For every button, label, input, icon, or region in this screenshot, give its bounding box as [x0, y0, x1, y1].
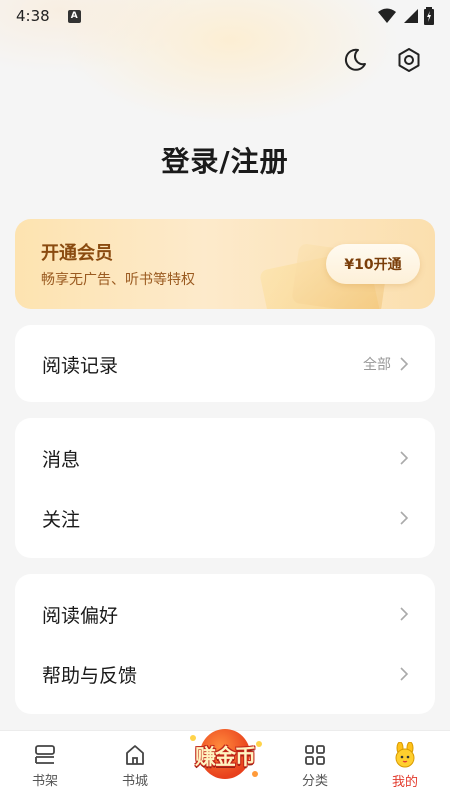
- view-all-label: 全部: [363, 357, 391, 373]
- mascot-icon: [395, 741, 415, 767]
- home-icon: [126, 744, 144, 765]
- earn-coins-icon: 赚金币: [182, 727, 268, 793]
- chevron-right-icon: [400, 511, 409, 525]
- help-feedback-row[interactable]: 帮助与反馈: [15, 644, 435, 704]
- vip-title: 开通会员: [41, 243, 113, 264]
- wifi-icon: [378, 8, 396, 23]
- reading-preference-label: 阅读偏好: [42, 604, 119, 627]
- nav-mine-label: 我的: [391, 774, 418, 790]
- messages-label: 消息: [42, 448, 81, 471]
- history-card: 阅读记录 全部: [15, 325, 435, 402]
- nav-mine[interactable]: 我的: [360, 731, 450, 800]
- vip-card[interactable]: 开通会员 畅享无广告、听书等特权 ¥10开通: [15, 219, 435, 309]
- reading-history-row[interactable]: 阅读记录 全部: [15, 334, 435, 394]
- reading-preference-row[interactable]: 阅读偏好: [15, 584, 435, 644]
- settings-button[interactable]: [393, 44, 425, 76]
- nav-bookshelf-label: 书架: [31, 773, 58, 789]
- status-icons: [378, 7, 434, 25]
- help-feedback-label: 帮助与反馈: [42, 664, 138, 687]
- messages-row[interactable]: 消息: [15, 428, 435, 488]
- chevron-right-icon: [400, 357, 409, 371]
- top-background-glow: [0, 0, 450, 230]
- grid-icon: [305, 744, 325, 765]
- menu-card-messages: 消息 关注: [15, 418, 435, 558]
- nav-category-label: 分类: [301, 773, 328, 789]
- chevron-right-icon: [400, 667, 409, 681]
- vip-subtitle: 畅享无广告、听书等特权: [41, 272, 195, 288]
- moon-icon: [344, 48, 366, 71]
- follow-label: 关注: [42, 508, 81, 531]
- login-register-link[interactable]: 登录/注册: [0, 140, 450, 180]
- bookshelf-icon: [35, 744, 55, 764]
- reading-history-label: 阅读记录: [42, 354, 119, 377]
- nav-earn-coins[interactable]: 赚金币: [180, 729, 270, 800]
- nav-bookshelf[interactable]: 书架: [0, 731, 90, 800]
- vip-open-button[interactable]: ¥10开通: [326, 244, 420, 284]
- chevron-right-icon: [400, 607, 409, 621]
- nav-bookstore[interactable]: 书城: [90, 731, 180, 800]
- status-bar: 4:38 A: [0, 0, 450, 32]
- status-indicator: A: [67, 9, 81, 23]
- night-mode-button[interactable]: [339, 44, 371, 76]
- status-time: 4:38: [16, 7, 50, 25]
- gear-icon: [398, 48, 420, 72]
- signal-icon: [404, 9, 418, 23]
- menu-card-preferences: 阅读偏好 帮助与反馈: [15, 574, 435, 714]
- bottom-nav: 书架 书城 赚金币 分类 我的: [0, 729, 450, 800]
- chevron-right-icon: [400, 451, 409, 465]
- nav-bookstore-label: 书城: [121, 773, 148, 789]
- nav-category[interactable]: 分类: [270, 731, 360, 800]
- follow-row[interactable]: 关注: [15, 488, 435, 548]
- battery-icon: [424, 7, 434, 25]
- nav-earn-coins-label: 赚金币: [195, 745, 256, 769]
